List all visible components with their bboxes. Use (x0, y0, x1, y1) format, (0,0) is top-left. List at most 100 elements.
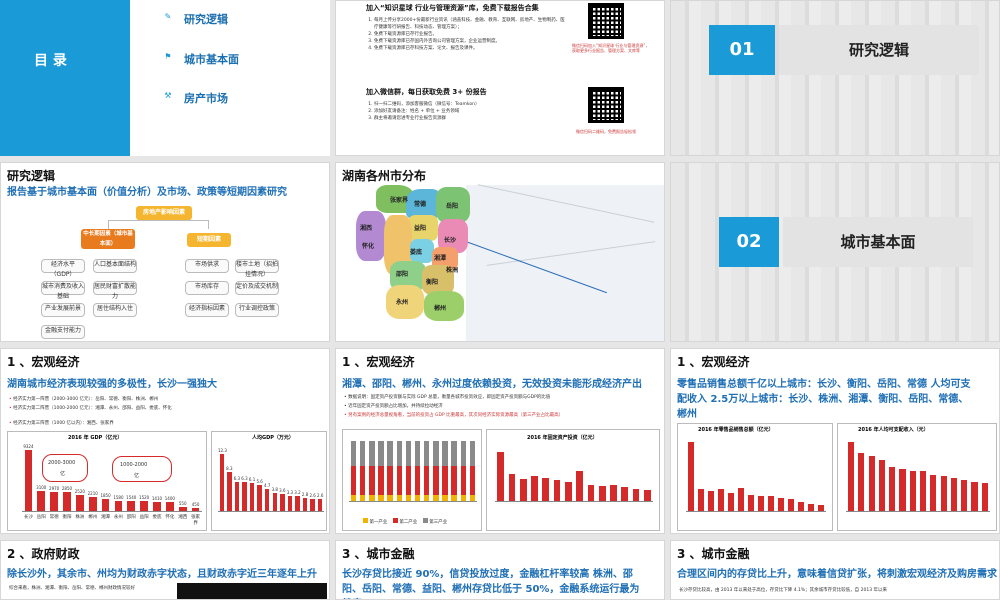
chart-plot-area (686, 438, 826, 512)
chart-legend: 第一产业 第二产业 第三产业 (363, 518, 447, 525)
tick-label: 株洲 (75, 515, 85, 520)
chart-bar (930, 474, 937, 511)
stacked-bar-segment (359, 494, 366, 501)
chart-bar (24, 450, 33, 511)
note-list: • 数据说明：固定资产投资额与实际 GDP 总量，衡量各城市投资效应，即固定资产… (344, 393, 660, 420)
chart-bar (272, 493, 278, 511)
slide-macro-3[interactable]: 1 、宏观经济 零售品销售总额千亿以上城市：长沙、衡阳、岳阳、常德 人均可支配收… (670, 348, 1000, 534)
chart-bar (971, 481, 978, 511)
chart-bar (63, 492, 71, 511)
toc-item-icon: ✎ (161, 10, 175, 24)
chart-bar (264, 489, 270, 511)
chart-bar (140, 501, 148, 511)
slide-macro-1[interactable]: 1 、宏观经济 湖南城市经济表现较强的多极性，长沙一强独大 • 经济实力第一阵营… (0, 348, 330, 534)
chart-bar (310, 498, 315, 511)
stacked-bar-segment (460, 494, 467, 501)
stacked-bar-segment (350, 466, 357, 495)
chart-title: 2016 年 GDP（亿元） (68, 435, 123, 441)
tick-label: 永州 (113, 515, 123, 520)
city-label: 长沙 (444, 237, 457, 244)
chart-bar (191, 508, 200, 511)
city-label: 张家界 (390, 197, 409, 204)
diagram-node: 市场库存 (185, 281, 229, 295)
slide-section-01[interactable]: 01 研究逻辑 (670, 0, 1000, 156)
data-label: 6.1 (248, 476, 256, 482)
data-label: 450 (191, 502, 200, 508)
slide-ad[interactable]: 加入“知识星球 行业与管理资源”库，免费下载报告合集 每月上传分享2000+份最… (335, 0, 665, 156)
diagram-node: 楼市土地（招拍挂情况） (235, 259, 279, 278)
chart-bar (708, 490, 714, 511)
data-label: 3.3 (286, 489, 294, 495)
chart-bar (610, 484, 617, 501)
chart-bar (101, 498, 110, 511)
section-title: 研究逻辑 (779, 25, 979, 75)
stacked-bar-segment (414, 494, 421, 501)
stacked-bar-segment (414, 441, 421, 467)
chart-bar (280, 494, 285, 511)
qr-code-icon (588, 87, 624, 123)
tick-label: 常德 (49, 515, 59, 520)
diagram-node: 经济指标因素 (185, 303, 229, 317)
slide-finance[interactable]: 2 、政府财政 除长沙外，其余市、州均为财政赤字状态，且财政赤字近三年逐年上升 … (0, 540, 330, 600)
stacked-bar-segment (460, 441, 467, 467)
diagram-node: 居住结构入住 (93, 303, 137, 317)
data-label: 550 (178, 501, 187, 507)
stacked-bar-segment (396, 466, 403, 495)
chart-bar (76, 494, 84, 511)
slide-title: 1 、宏观经济 (677, 355, 750, 369)
stacked-bar-segment (442, 441, 448, 467)
chart-bar (818, 505, 824, 511)
stacked-bar-segment (359, 441, 366, 467)
tick-label: 长沙 (23, 515, 33, 520)
toc-item-icon: ⚒ (161, 89, 175, 103)
toc-item-number: 03 (138, 89, 155, 104)
city-label: 益阳 (414, 225, 427, 232)
city-label: 常德 (414, 201, 427, 208)
slide-title: 2 、政府财政 (7, 547, 80, 561)
ad-list-item: 添加好友请备注：姓名 + 单位 + 业务领域 (374, 108, 566, 115)
stacked-bar-segment (405, 466, 412, 495)
chart-bar (564, 481, 572, 501)
data-label: 1580 (113, 494, 124, 500)
stacked-bar-segment (469, 494, 476, 501)
qr-caption: 微信扫码二维码，免费报告轻松领 (576, 129, 636, 134)
tick-label: 湘西 (178, 515, 188, 520)
chart-bar (738, 487, 744, 511)
slide-bank-2[interactable]: 3 、城市金融 合理区间内的存贷比上升，意味着信贷扩张，将刺激宏观经济及购房需求… (670, 540, 1000, 600)
slide-toc[interactable]: 目 录 01 ✎ 研究逻辑 02 ⚑ 城市基本面 03 ⚒ 房产市场 (0, 0, 330, 156)
slide-section-02[interactable]: 02 城市基本面 (670, 162, 1000, 342)
toc-item-label: 城市基本面 (184, 53, 239, 66)
section-title: 城市基本面 (783, 217, 973, 267)
stacked-bar-segment (396, 494, 403, 501)
stacked-bar-segment (405, 441, 412, 467)
ad-list-item: 免费下载资源库已存科技方案、论文、报告及课件。 (374, 45, 566, 52)
diagram-node: 定价及成交机制 (235, 281, 279, 295)
stacked-bar-segment (423, 441, 430, 467)
slide-map[interactable]: 湖南各州市分布 张家界 常德 岳阳 益阳 长沙 怀化 娄底 湘潭 株洲 邵阳 衡… (335, 162, 665, 342)
ad-list-item: 免费下载资源库已存行业报告。 (374, 31, 566, 38)
toc-item-icon: ⚑ (161, 50, 175, 64)
data-label: 4.7 (264, 483, 271, 489)
section-number: 02 (719, 217, 779, 267)
stacked-bar-segment (414, 466, 421, 495)
slide-research-logic[interactable]: 研究逻辑 报告基于城市基本面（价值分析）及市场、政策等短期因素研究 房地产影响因… (0, 162, 330, 342)
slide-subtitle: 合理区间内的存贷比上升，意味着信贷扩张，将刺激宏观经济及购房需求 (677, 569, 997, 580)
data-label: 2.6 (309, 492, 316, 498)
diagram-mid-node: 中长期因素（城市基本面） (81, 229, 135, 249)
data-label: 1540 (126, 495, 137, 500)
chart-bar (961, 480, 968, 511)
chart-bar (643, 490, 651, 501)
chart-bar (508, 473, 516, 501)
slide-bank-1[interactable]: 3 、城市金融 长沙存贷比接近 90%，信贷投放过度，金融杠杆率较高 株洲、邵阳… (335, 540, 665, 600)
chart-bar (718, 489, 724, 511)
chart-bar (758, 496, 764, 511)
diagram-node: 行业调控政策 (235, 303, 279, 317)
city-label: 娄底 (410, 249, 423, 256)
city-label: 衡阳 (426, 279, 439, 286)
slide-macro-2[interactable]: 1 、宏观经济 湘潭、邵阳、郴州、永州过度依赖投资，无效投资未能形成经济产出 •… (335, 348, 665, 534)
chart-bar (519, 479, 527, 501)
chart-title: 2016 年人均可支配收入（元） (858, 427, 929, 433)
x-axis-labels: 长沙 岳阳 常德 衡阳 株洲 郴州 湘潭 永州 邵阳 益阳 娄底 怀化 湘西 张家界 (22, 514, 202, 528)
stacked-bar-segment (442, 494, 448, 501)
data-label: 1400 (164, 495, 175, 501)
